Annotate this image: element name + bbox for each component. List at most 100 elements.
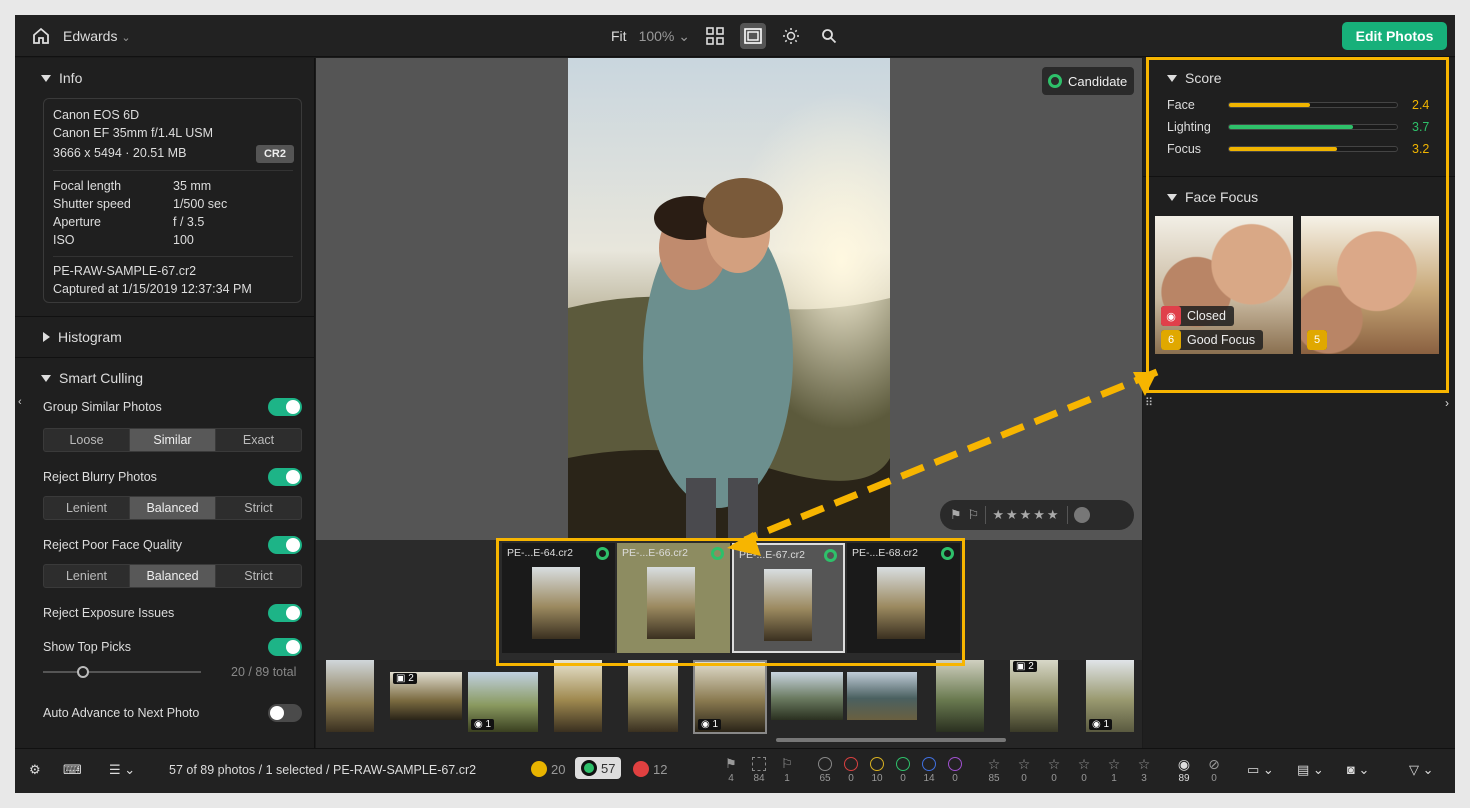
option-exact[interactable]: Exact <box>216 429 301 451</box>
histogram-section-header[interactable]: Histogram <box>43 329 122 345</box>
option-lenient[interactable]: Lenient <box>44 497 130 519</box>
color-filter-red[interactable]: 0 <box>838 757 864 784</box>
file-name: PE-RAW-SAMPLE-67.cr2 <box>53 264 197 278</box>
group-similar-toggle[interactable] <box>268 398 302 416</box>
star-filter-3[interactable]: ☆ 0 <box>1071 757 1097 784</box>
loupe-view-icon[interactable] <box>740 23 766 49</box>
card-thumbnail <box>647 567 695 639</box>
face-crop[interactable]: ◉ Closed 6 Good Focus <box>1155 216 1293 354</box>
smart-culling-section-header[interactable]: Smart Culling <box>41 370 143 386</box>
star-filter-4[interactable]: ☆ 1 <box>1101 757 1127 784</box>
card-thumbnail <box>877 567 925 639</box>
star-outline-icon: ☆ <box>987 756 1001 772</box>
focus-label: Good Focus <box>1187 333 1256 347</box>
format-badge: CR2 <box>256 145 294 163</box>
reject-exposure-toggle[interactable] <box>268 604 302 622</box>
top-picks-slider-track[interactable] <box>43 671 201 673</box>
top-picks-total: / 89 total <box>248 665 297 679</box>
reject-face-segmented: Lenient Balanced Strict <box>43 564 302 588</box>
camera-icon[interactable]: ◙ ⌄ <box>1347 762 1369 778</box>
flag-filter[interactable]: ⚑ 4 <box>718 757 744 785</box>
star-filter-1[interactable]: ☆ 0 <box>1011 757 1037 784</box>
candidate-badge[interactable]: Candidate <box>1042 67 1134 95</box>
strip-thumbnail[interactable] <box>936 660 984 732</box>
fit-button[interactable]: Fit <box>611 28 627 44</box>
option-balanced[interactable]: Balanced <box>130 497 216 519</box>
option-loose[interactable]: Loose <box>44 429 130 451</box>
edit-photos-button[interactable]: Edit Photos <box>1342 22 1447 50</box>
sort-icon[interactable]: ☰ ⌄ <box>109 762 135 778</box>
color-filter-yellow[interactable]: 10 <box>864 757 890 784</box>
divider <box>53 256 293 257</box>
candidates-filter[interactable]: 57 <box>575 757 622 779</box>
strip-thumbnail[interactable] <box>554 660 602 732</box>
visible-filter[interactable]: ◉ 89 <box>1171 757 1197 784</box>
grid-view-icon[interactable] <box>702 23 728 49</box>
option-lenient[interactable]: Lenient <box>44 565 130 587</box>
top-picks-slider-handle[interactable] <box>77 666 89 678</box>
search-icon[interactable] <box>816 23 842 49</box>
bottom-bar: ⚙ ⌨ ☰ ⌄ 57 of 89 photos / 1 selected / P… <box>15 748 1455 793</box>
strip-scrollbar[interactable] <box>776 738 1006 742</box>
strip-thumbnail[interactable] <box>771 672 843 720</box>
strip-thumbnail-current[interactable]: ◉ 1 <box>693 660 767 734</box>
option-similar[interactable]: Similar <box>130 429 216 451</box>
option-balanced[interactable]: Balanced <box>130 565 216 587</box>
settings-icon[interactable]: ⚙ <box>29 762 41 778</box>
candidate-dot-icon <box>581 760 597 776</box>
collapse-right-panel-icon[interactable]: › <box>1445 396 1449 410</box>
unflagged-filter[interactable]: 84 <box>746 757 772 784</box>
strip-thumbnail[interactable]: ▣ 2 <box>390 672 462 720</box>
star-filter-0[interactable]: ☆ 85 <box>981 757 1007 784</box>
star-outline-icon: ☆ <box>1077 756 1091 772</box>
top-picks-value: 20 / 89 total <box>231 665 296 679</box>
collapse-left-panel-icon[interactable]: ‹ <box>18 396 22 408</box>
color-filter-none[interactable]: 65 <box>812 757 838 784</box>
folder-icon[interactable]: ▭ ⌄ <box>1247 762 1274 778</box>
strip-thumbnail[interactable] <box>847 672 917 720</box>
option-strict[interactable]: Strict <box>216 565 301 587</box>
zoom-select[interactable]: 100% ⌄ <box>639 28 690 45</box>
rejected-flag-filter[interactable]: ⚐ 1 <box>774 757 800 785</box>
star-filter-5[interactable]: ☆ 3 <box>1131 757 1157 784</box>
show-top-picks-toggle[interactable] <box>268 638 302 656</box>
score-label-face: Face <box>1167 98 1195 112</box>
focus-tag: 5 <box>1307 330 1327 350</box>
score-section-header[interactable]: Score <box>1167 70 1222 86</box>
color-filter-green[interactable]: 0 <box>890 757 916 784</box>
rejects-filter[interactable]: 12 <box>633 761 667 777</box>
strip-thumbnail[interactable]: ▣ 2 <box>1010 660 1058 732</box>
collapse-triangle-icon <box>1167 74 1177 82</box>
auto-advance-toggle[interactable] <box>268 704 302 722</box>
strip-thumbnail[interactable] <box>326 660 374 732</box>
reject-blurry-toggle[interactable] <box>268 468 302 486</box>
strip-thumbnail[interactable]: ◉ 1 <box>468 672 538 732</box>
filter-icon[interactable]: ▽ ⌄ <box>1409 762 1434 778</box>
status-text: 57 of 89 photos / 1 selected / PE-RAW-SA… <box>169 763 477 777</box>
star-filter-2[interactable]: ☆ 0 <box>1041 757 1067 784</box>
group-card[interactable]: PE-...E-66.cr2 <box>617 543 730 653</box>
hidden-filter[interactable]: ⊘ 0 <box>1201 757 1227 784</box>
group-card[interactable]: PE-...E-64.cr2 <box>502 543 615 653</box>
option-strict[interactable]: Strict <box>216 497 301 519</box>
score-fill <box>1229 103 1310 107</box>
color-filter-blue[interactable]: 14 <box>916 757 942 784</box>
hidden-count: 0 <box>1211 773 1217 784</box>
info-section-header[interactable]: Info <box>41 70 82 86</box>
chevron-down-icon: ⌄ <box>121 32 131 44</box>
keyboard-icon[interactable]: ⌨ <box>63 762 82 778</box>
home-icon[interactable] <box>31 26 51 46</box>
camera-model: Canon EOS 6D <box>53 108 140 122</box>
raw-file-icon[interactable]: ▤ ⌄ <box>1297 762 1324 778</box>
face-crop[interactable]: 5 <box>1301 216 1439 354</box>
brightness-icon[interactable] <box>778 23 804 49</box>
reject-face-toggle[interactable] <box>268 536 302 554</box>
picks-filter[interactable]: 20 <box>531 761 565 777</box>
color-filter-purple[interactable]: 0 <box>942 757 968 784</box>
strip-thumbnail[interactable] <box>628 660 678 732</box>
color-count: 0 <box>952 773 958 784</box>
star-count: 85 <box>988 773 1000 784</box>
face-focus-section-header[interactable]: Face Focus <box>1167 189 1258 205</box>
catalog-selector[interactable]: Edwards ⌄ <box>63 28 131 44</box>
strip-thumbnail[interactable]: ◉ 1 <box>1086 660 1134 732</box>
